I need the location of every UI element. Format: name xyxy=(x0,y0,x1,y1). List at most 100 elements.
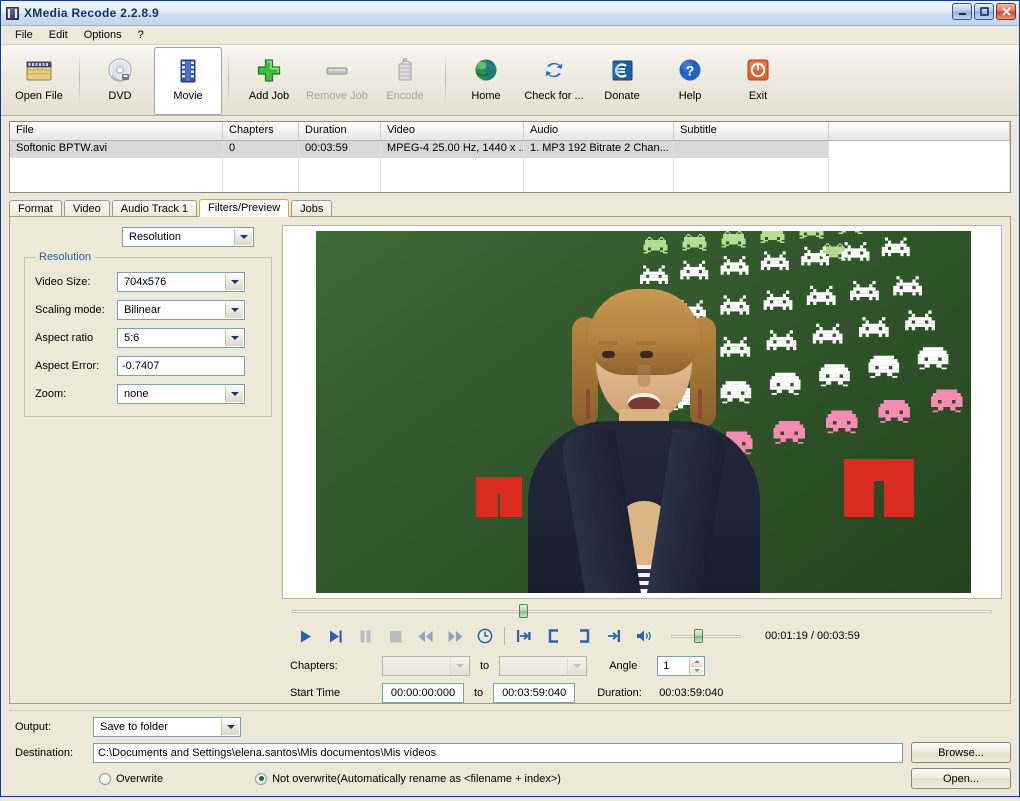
browse-button[interactable]: Browse... xyxy=(911,742,1011,763)
video-preview[interactable] xyxy=(282,225,1002,599)
end-time-input[interactable] xyxy=(493,683,575,703)
field-label: Zoom: xyxy=(35,388,117,400)
next-frame-icon[interactable] xyxy=(320,624,350,648)
output-mode-select[interactable]: Save to folder xyxy=(93,717,241,737)
power-off-icon xyxy=(744,54,772,88)
refresh-arrows-icon xyxy=(540,54,568,88)
cell-empty xyxy=(524,158,674,175)
stop-icon[interactable] xyxy=(380,624,410,648)
volume-thumb[interactable] xyxy=(694,629,703,643)
stepper-up-icon[interactable] xyxy=(689,658,703,667)
seek-thumb[interactable] xyxy=(519,604,528,618)
cell-subtitle xyxy=(674,141,829,158)
chapters-from-select[interactable] xyxy=(382,656,470,676)
menu-item-edit[interactable]: Edit xyxy=(41,27,76,43)
column-header-extra[interactable] xyxy=(829,122,1010,140)
column-header-subtitle[interactable]: Subtitle xyxy=(674,122,829,140)
volume-icon[interactable] xyxy=(629,624,659,648)
toolbar-button-exit[interactable]: Exit xyxy=(724,47,792,115)
eye-left xyxy=(602,351,615,358)
toolbar-separator-2 xyxy=(228,53,229,105)
video-size-select[interactable]: 704x576 xyxy=(117,272,245,292)
pause-icon[interactable] xyxy=(350,624,380,648)
open-button[interactable]: Open... xyxy=(911,768,1011,789)
tab-jobs[interactable]: Jobs xyxy=(291,200,332,216)
chapters-to-select[interactable] xyxy=(499,656,587,676)
aspect-ratio-select[interactable]: 5:6 xyxy=(117,328,245,348)
angle-stepper-buttons[interactable] xyxy=(689,658,703,674)
menu-item-file[interactable]: File xyxy=(7,27,41,43)
not-overwrite-radio[interactable]: Not overwrite(Automatically rename as <f… xyxy=(255,773,561,785)
tab-video[interactable]: Video xyxy=(64,200,110,216)
start-time-input[interactable] xyxy=(382,683,464,703)
bracket-close-icon[interactable] xyxy=(569,624,599,648)
maximize-icon[interactable] xyxy=(974,3,994,20)
rewind-icon[interactable] xyxy=(410,624,440,648)
stepper-down-icon[interactable] xyxy=(689,667,703,675)
file-list-header: File Chapters Duration Video Audio Subti… xyxy=(10,122,1010,141)
status-bar xyxy=(1,797,1019,801)
toolbar-button-open-file[interactable]: Open File xyxy=(5,47,73,115)
toolbar-button-home[interactable]: Home xyxy=(452,47,520,115)
field-label: Aspect ratio xyxy=(35,332,117,344)
overwrite-radio[interactable]: Overwrite xyxy=(99,773,163,785)
column-header-chapters[interactable]: Chapters xyxy=(223,122,299,140)
tab-bar: Format Video Audio Track 1 Filters/Previ… xyxy=(9,199,1011,216)
svg-text:?: ? xyxy=(686,63,695,79)
scaling-mode-select[interactable]: Bilinear xyxy=(117,300,245,320)
column-header-file[interactable]: File xyxy=(10,122,223,140)
clock-icon[interactable] xyxy=(470,624,500,648)
toolbar-label: Encode xyxy=(386,90,423,102)
column-header-audio[interactable]: Audio xyxy=(524,122,674,140)
set-start-icon[interactable] xyxy=(509,624,539,648)
toolbar-button-donate[interactable]: Donate xyxy=(588,47,656,115)
aspect-error-input[interactable] xyxy=(117,356,245,376)
seek-slider[interactable] xyxy=(292,605,992,617)
time-range-row: Start Time to Duration: 00:03:59:040 xyxy=(290,683,1002,703)
table-row-empty[interactable] xyxy=(10,158,1010,175)
toolbar-button-add-job[interactable]: Add Job xyxy=(235,47,303,115)
toolbar-label: Add Job xyxy=(249,90,289,102)
set-end-icon[interactable] xyxy=(599,624,629,648)
chevron-down-icon xyxy=(221,719,239,735)
output-section: Output: Save to folder Destination: Brow… xyxy=(9,710,1011,789)
column-header-video[interactable]: Video xyxy=(381,122,524,140)
toolbar-button-help[interactable]: ? Help xyxy=(656,47,724,115)
eyebrow-left xyxy=(598,341,618,345)
chevron-down-icon xyxy=(225,330,243,346)
file-list[interactable]: File Chapters Duration Video Audio Subti… xyxy=(9,121,1011,193)
table-row-empty[interactable] xyxy=(10,175,1010,192)
toolbar-label: Movie xyxy=(173,90,202,102)
zoom-select[interactable]: none xyxy=(117,384,245,404)
tab-audio-track-1[interactable]: Audio Track 1 xyxy=(112,200,197,216)
toolbar-label: Exit xyxy=(749,90,767,102)
minimize-icon[interactable] xyxy=(952,3,972,20)
close-icon[interactable] xyxy=(996,3,1016,20)
toolbar-button-dvd[interactable]: DVD xyxy=(86,47,154,115)
toolbar-button-movie[interactable]: Movie xyxy=(154,47,222,115)
table-row[interactable]: Softonic BPTW.avi 0 00:03:59 MPEG-4 25.0… xyxy=(10,141,1010,158)
toolbar-button-check-for-updates[interactable]: Check for ... xyxy=(520,47,588,115)
toolbar-button-remove-job[interactable]: Remove Job xyxy=(303,47,371,115)
filter-type-value: Resolution xyxy=(125,231,181,243)
fast-forward-icon[interactable] xyxy=(440,624,470,648)
cell-empty xyxy=(674,175,829,192)
radio-circle-selected-icon xyxy=(255,773,267,785)
menu-item-options[interactable]: Options xyxy=(76,27,130,43)
destination-input[interactable] xyxy=(93,743,903,763)
toolbar-button-encode[interactable]: Encode xyxy=(371,47,439,115)
angle-stepper[interactable]: 1 xyxy=(657,656,705,676)
menu-item-help[interactable]: ? xyxy=(130,27,152,43)
filter-type-select[interactable]: Resolution xyxy=(122,227,254,247)
cell-chapters: 0 xyxy=(223,141,299,158)
column-header-duration[interactable]: Duration xyxy=(299,122,381,140)
bracket-open-icon[interactable] xyxy=(539,624,569,648)
toolbar-label: Help xyxy=(679,90,702,102)
tab-filters-preview[interactable]: Filters/Preview xyxy=(199,199,289,217)
toolbar-label: DVD xyxy=(108,90,131,102)
play-icon[interactable] xyxy=(290,624,320,648)
tab-format[interactable]: Format xyxy=(9,200,62,216)
cell-empty xyxy=(829,158,1010,175)
volume-slider[interactable] xyxy=(671,629,741,643)
menu-bar: File Edit Options ? xyxy=(1,26,1019,45)
